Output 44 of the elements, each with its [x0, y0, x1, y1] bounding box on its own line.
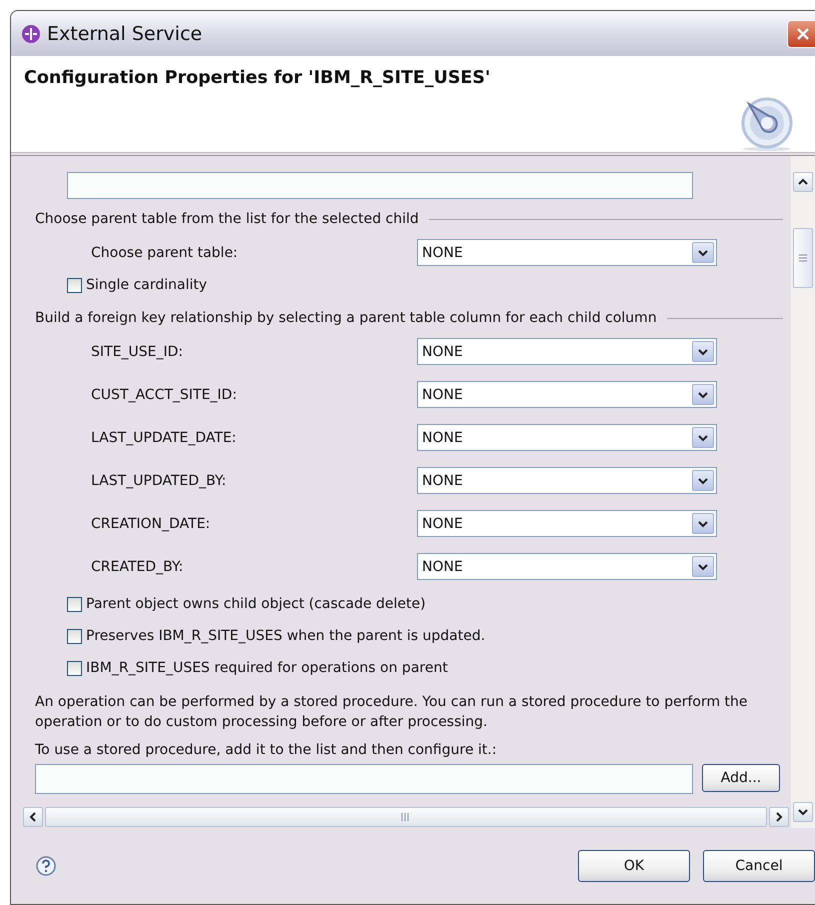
- checkbox-label: Parent object owns child object (cascade delete): [86, 596, 426, 612]
- field-label: LAST_UPDATE_DATE:: [91, 430, 238, 446]
- procedure-list[interactable]: [35, 764, 693, 794]
- scroll-left-button[interactable]: [23, 806, 43, 826]
- checkbox[interactable]: [67, 596, 82, 612]
- scrollbar-thumb[interactable]: [793, 228, 813, 288]
- field-label: SITE_USE_ID:: [91, 344, 184, 360]
- window-title: External Service: [47, 22, 202, 44]
- help-icon[interactable]: [36, 856, 56, 876]
- scroll-right-button[interactable]: [769, 806, 789, 826]
- field-label: CREATION_DATE:: [91, 516, 212, 532]
- checkbox-label: IBM_R_SITE_USES required for operations on parent: [86, 660, 448, 676]
- dropdown[interactable]: NONE: [417, 338, 717, 365]
- dropdown[interactable]: NONE: [417, 381, 717, 408]
- close-button[interactable]: [787, 20, 815, 48]
- cancel-button[interactable]: Cancel: [703, 850, 815, 882]
- instruction-text: To use a stored procedure, add it to the list and then configure it.:: [35, 741, 498, 760]
- checkbox-label: Single cardinality: [86, 277, 208, 293]
- description-text: An operation can be performed by a stored procedure. You can run a stored procedure to perform the operation or to do custom processing before or after processing.: [35, 693, 749, 732]
- app-icon: [21, 24, 41, 44]
- field-label: CREATED_BY:: [91, 558, 184, 574]
- gauge-icon: [739, 96, 795, 152]
- checkbox[interactable]: [67, 278, 82, 292]
- scrollbar-thumb[interactable]: [45, 806, 767, 826]
- group-heading: Choose parent table from the list for the selected child: [35, 211, 419, 227]
- field-label: CUST_ACCT_SITE_ID:: [91, 386, 238, 402]
- scroll-down-button[interactable]: [793, 802, 813, 822]
- field-label: LAST_UPDATED_BY:: [91, 472, 228, 488]
- checkbox[interactable]: [67, 628, 82, 644]
- dropdown[interactable]: NONE: [417, 424, 717, 451]
- scroll-up-button[interactable]: [793, 172, 813, 192]
- add-button[interactable]: Add...: [702, 764, 780, 792]
- dropdown[interactable]: NONE: [417, 510, 717, 537]
- dropdown[interactable]: NONE: [417, 239, 717, 266]
- page-title: Configuration Properties for 'IBM_R_SITE_USES': [24, 68, 490, 90]
- checkbox-label: Preserves IBM_R_SITE_USES when the parent is updated.: [86, 628, 486, 644]
- close-icon: [794, 26, 810, 42]
- text-field[interactable]: [67, 172, 693, 199]
- dropdown[interactable]: NONE: [417, 467, 717, 494]
- ok-button[interactable]: OK: [578, 850, 690, 882]
- dropdown[interactable]: NONE: [417, 553, 717, 580]
- group-heading: Build a foreign key relationship by selecting a parent table column for each child column: [35, 310, 657, 326]
- field-label: Choose parent table:: [91, 244, 239, 260]
- checkbox[interactable]: [67, 660, 82, 676]
